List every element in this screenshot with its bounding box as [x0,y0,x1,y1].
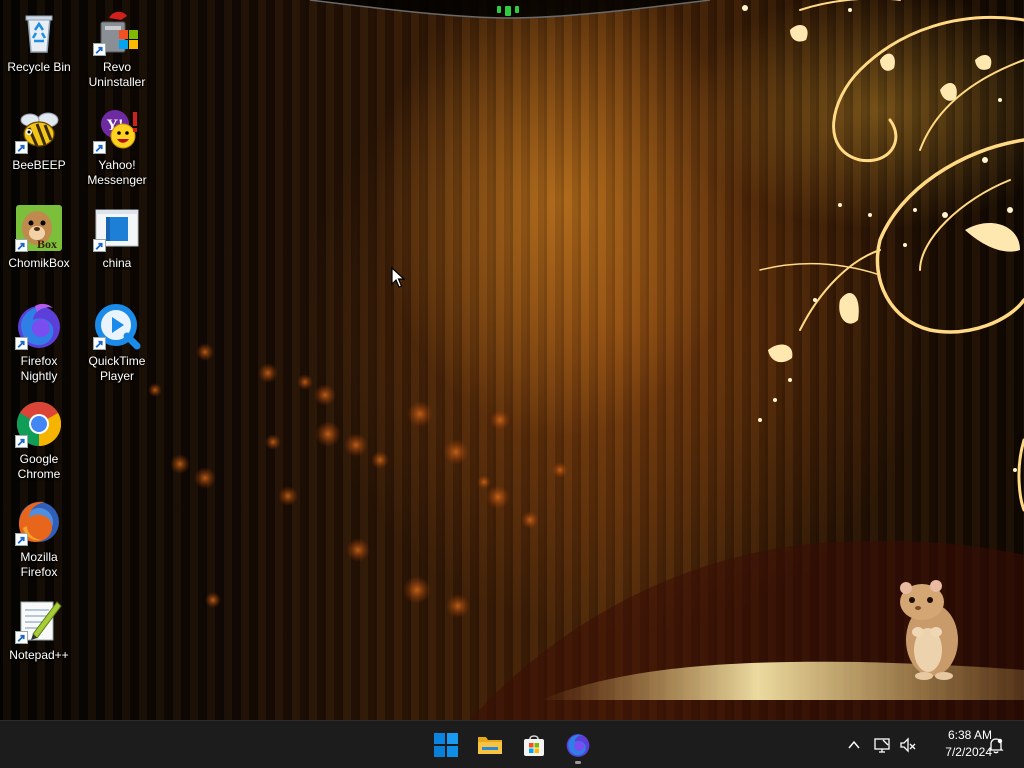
folder-icon [478,737,502,754]
system-clock[interactable]: 6:38 AM 7/2/2024 [924,727,992,763]
firefox-nightly-icon [566,734,590,757]
desktop-icon-recycle-bin[interactable]: Recycle Bin [1,4,77,96]
desktop-icon-notepad-plus-plus[interactable]: Notepad++ [1,592,77,684]
chrome-icon [15,400,63,448]
desktop-icon-label: Firefox Nightly [20,354,58,383]
desktop-icon-firefox-nightly[interactable]: Firefox Nightly [1,298,77,390]
desktop-icon-label: Yahoo! Messenger [87,158,147,187]
windows-start-icon [434,733,458,757]
shortcut-arrow-icon [15,141,28,154]
desktop-icon-mozilla-firefox[interactable]: Mozilla Firefox [1,494,77,586]
volume-muted-icon [900,737,916,753]
desktop-icon-quicktime-player[interactable]: QuickTime Player [79,298,155,390]
desktop-icon-label: BeeBEEP [12,158,66,172]
desktop-icon-label: QuickTime Player [88,354,146,383]
taskbar: 6:38 AM 7/2/2024 [0,720,1024,768]
revo-uninstaller-icon [93,8,141,56]
firefox-nightly-icon [15,302,63,350]
desktop-icon-china[interactable]: china [79,200,155,292]
top-edge-decoration [310,0,710,19]
document-icon [93,204,141,252]
clock-date: 7/2/2024 [945,745,992,759]
shortcut-arrow-icon [15,239,28,252]
firefox-nightly-taskbar-button[interactable] [558,725,598,765]
chomikbox-icon: Box [15,204,63,252]
desktop-icon-label: Google Chrome [17,452,61,481]
bee-icon [15,106,63,154]
microsoft-store-button[interactable] [514,725,554,765]
desktop-icon-label: china [102,256,132,270]
desktop-icon-label: Mozilla Firefox [20,550,58,579]
shortcut-arrow-icon [15,533,28,546]
hamster-desktop-pet[interactable] [888,572,968,682]
golden-swirls [759,0,1024,512]
desktop-icon-google-chrome[interactable]: Google Chrome [1,396,77,488]
shortcut-arrow-icon [93,141,106,154]
desktop-icon-label: Recycle Bin [7,60,71,74]
shortcut-arrow-icon [93,337,106,350]
chomikbox-icon-text: Box [37,237,57,251]
running-indicator [575,761,581,764]
desktop-icon-label: Notepad++ [9,648,69,662]
yahoo-messenger-icon: Y! [93,106,141,154]
network-icon [874,738,890,753]
chevron-up-icon [848,740,860,749]
show-hidden-icons-button[interactable] [842,733,866,757]
clock-time: 6:38 AM [947,728,992,742]
shortcut-arrow-icon [15,337,28,350]
notepad-plus-plus-icon [15,596,63,644]
recycle-bin-icon [15,8,63,56]
desktop-icon-revo-uninstaller[interactable]: Revo Uninstaller [79,4,155,96]
notification-icon [988,738,1004,754]
file-explorer-button[interactable] [470,725,510,765]
start-button[interactable] [426,725,466,765]
shortcut-arrow-icon [15,631,28,644]
network-status-button[interactable] [870,733,894,757]
desktop-icon-beebeep[interactable]: BeeBEEP [1,102,77,194]
desktop-icon-yahoo-messenger[interactable]: Y! Yahoo! Messenger [79,102,155,194]
mouse-pointer-icon [391,267,405,288]
quicktime-icon [93,302,141,350]
desktop-icon-label: ChomikBox [8,256,70,270]
shortcut-arrow-icon [15,435,28,448]
desktop-icon-label: Revo Uninstaller [88,60,146,89]
store-icon [524,735,544,756]
notification-center-button[interactable] [984,733,1008,757]
volume-button[interactable] [896,733,920,757]
shortcut-arrow-icon [93,43,106,56]
bokeh-lights [148,343,568,618]
shortcut-arrow-icon [93,239,106,252]
firefox-icon [15,498,63,546]
desktop-icon-chomikbox[interactable]: Box ChomikBox [1,200,77,292]
